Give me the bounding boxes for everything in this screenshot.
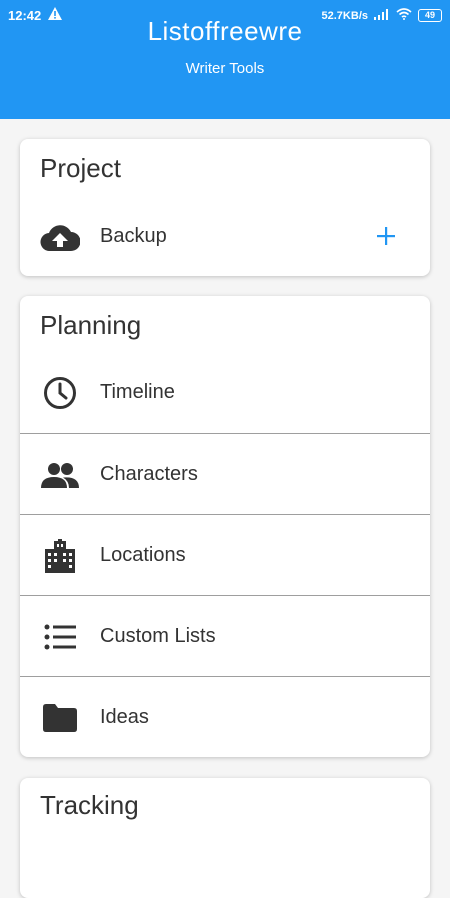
project-card-title: Project: [40, 153, 121, 183]
planning-item-custom-lists[interactable]: Custom Lists: [20, 596, 430, 677]
planning-card: Planning Timeline Characters Locations C…: [20, 296, 430, 757]
people-icon: [40, 455, 80, 495]
tracking-card: Tracking: [20, 778, 430, 898]
app-subtitle: Writer Tools: [185, 60, 265, 77]
app-header: 12:42 52.7KB/s 49 Listoffreewre Writer T…: [0, 0, 450, 119]
planning-card-title: Planning: [40, 310, 142, 340]
planning-item-label: Ideas: [100, 706, 149, 728]
cloud-upload-icon: [40, 217, 80, 257]
planning-item-label: Custom Lists: [100, 625, 216, 647]
folder-icon: [40, 698, 80, 738]
planning-item-label: Timeline: [100, 381, 175, 403]
planning-item-ideas[interactable]: Ideas: [20, 677, 430, 758]
plus-icon: [377, 226, 395, 245]
planning-item-timeline[interactable]: Timeline: [20, 352, 430, 433]
app-title: Listoffreewre: [147, 16, 303, 46]
add-backup-button[interactable]: [376, 222, 396, 252]
planning-item-label: Characters: [100, 463, 198, 485]
backup-row[interactable]: Backup: [20, 196, 430, 277]
list-icon: [40, 617, 80, 657]
backup-label: Backup: [100, 225, 167, 247]
project-card: Project Backup: [20, 139, 430, 276]
tracking-card-title: Tracking: [40, 790, 139, 820]
planning-item-locations[interactable]: Locations: [20, 515, 430, 596]
clock-icon: [40, 373, 80, 413]
city-icon: [40, 536, 80, 576]
planning-item-characters[interactable]: Characters: [20, 434, 430, 515]
planning-item-label: Locations: [100, 544, 186, 566]
